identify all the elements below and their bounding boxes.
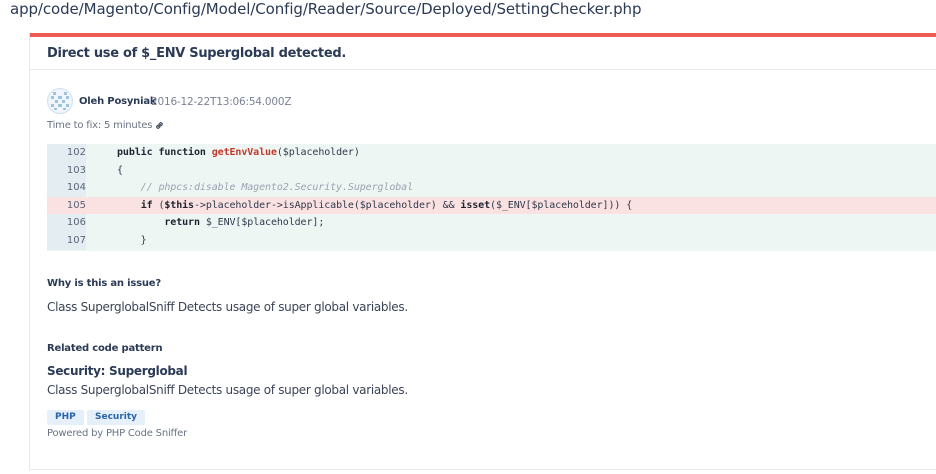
issue-card: Direct use of $_ENV Superglobal detected… [29,33,936,470]
author-name: Oleh Posyniak [79,96,157,107]
code-text: public function getEnvValue($placeholder… [117,147,360,158]
code-line: 104 // phpcs:disable Magento2.Security.S… [47,179,936,197]
link-icon[interactable] [154,120,165,131]
code-line: 103 { [47,161,936,180]
line-number: 102 [47,144,86,162]
line-number: 106 [47,214,86,232]
tag-security[interactable]: Security [87,410,146,425]
why-text: Class SuperglobalSniff Detects usage of … [47,300,408,314]
file-path[interactable]: app/code/Magento/Config/Model/Config/Rea… [10,0,641,18]
line-number: 103 [47,161,86,180]
code-line: 107 } [47,232,936,250]
line-number: 104 [47,179,86,197]
pattern-title[interactable]: Security: Superglobal [47,364,188,378]
code-line-highlighted: 105 if ($this->placeholder->isApplicable… [47,196,936,215]
issue-date: 2016-12-22T13:06:54.000Z [151,96,292,108]
divider [30,69,936,70]
code-text: { [117,164,123,176]
severity-bar [30,33,936,37]
powered-by: Powered by PHP Code Sniffer [47,428,188,439]
pattern-description: Class SuperglobalSniff Detects usage of … [47,383,408,397]
code-text: return $_ENV[$placeholder]; [164,217,325,229]
why-label: Why is this an issue? [47,278,161,289]
code-line: 102 public function getEnvValue($placehol… [47,144,936,162]
line-number: 107 [47,232,86,250]
issue-title: Direct use of $_ENV Superglobal detected… [47,46,347,61]
code-snippet: 102 public function getEnvValue($placehol… [47,144,936,251]
line-number: 105 [47,196,86,215]
avatar [47,88,73,114]
code-text: // phpcs:disable Magento2.Security.Super… [117,182,414,194]
code-text: } [117,235,147,246]
identicon-icon [51,92,69,110]
related-label: Related code pattern [47,343,163,354]
code-text: if ($this->placeholder->isApplicable($pl… [140,199,633,211]
tag-php[interactable]: PHP [47,410,84,425]
time-to-fix: Time to fix: 5 minutes [47,120,153,131]
code-line: 106 return $_ENV[$placeholder]; [47,214,936,232]
